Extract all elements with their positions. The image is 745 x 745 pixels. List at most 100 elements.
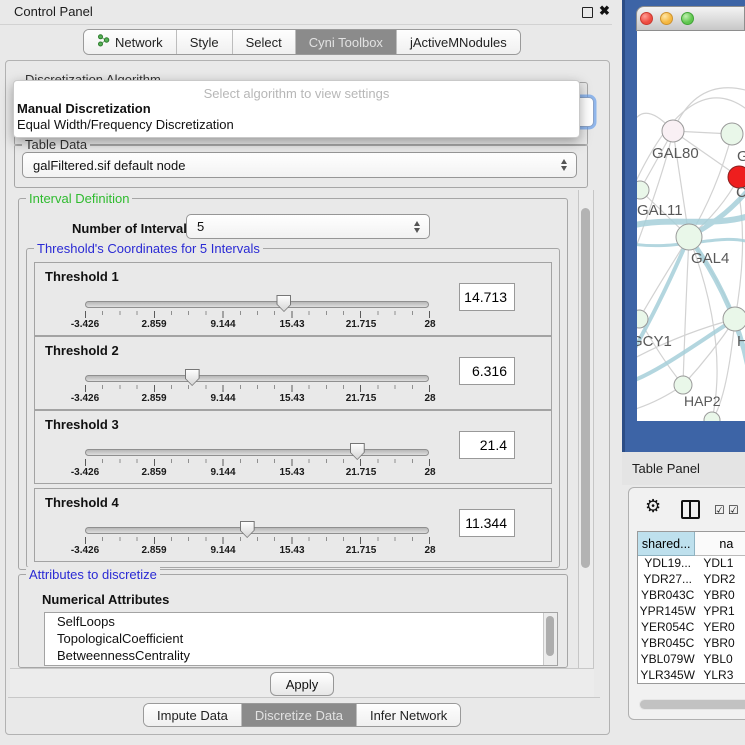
number-of-intervals-value: 5	[197, 219, 204, 234]
node-label-hap2: HAP2	[684, 393, 721, 409]
scrollbar-thumb[interactable]	[546, 616, 554, 656]
node-h[interactable]	[723, 307, 745, 331]
threshold-1-panel: Threshold 1 -3.426 2.859 9.144 15.43 21.…	[34, 262, 552, 336]
table-panel-window: ⚙ ☑ ☑ shared... na YDL19...YDL1 YDR27...…	[628, 487, 745, 720]
table-row[interactable]: YBL079WYBL0	[638, 652, 745, 668]
table-row[interactable]: YBR043CYBR0	[638, 588, 745, 604]
table-row[interactable]: YDL19...YDL1	[638, 556, 745, 572]
slider-scale: -3.426 2.859 9.144 15.43 21.715 28	[85, 545, 430, 557]
tab-infer-network[interactable]: Infer Network	[357, 704, 460, 726]
popup-option-equal-width-frequency[interactable]: Equal Width/Frequency Discretization	[14, 117, 579, 133]
network-canvas[interactable]: GAL80 G C GAL11 GAL4 GCY1 H HAP2	[637, 31, 745, 421]
slider-thumb[interactable]	[185, 369, 200, 386]
slider-thumb[interactable]	[350, 443, 365, 460]
column-header-shared-name[interactable]: shared...	[638, 532, 695, 556]
tab-impute-data[interactable]: Impute Data	[144, 704, 242, 726]
control-panel-titlebar: Control Panel ✖	[0, 0, 612, 25]
threshold-4-panel: Threshold 4 -3.426 2.859 9.144 15.43 21.…	[34, 488, 552, 562]
close-icon[interactable]: ✖	[599, 3, 610, 19]
checkbox-icon[interactable]: ☑	[728, 503, 739, 517]
popup-option-manual-discretization[interactable]: Manual Discretization	[14, 101, 579, 117]
slider-major-ticks	[85, 385, 430, 392]
table-data-combobox[interactable]: galFiltered.sif default node	[22, 152, 577, 178]
tab-cyni-toolbox[interactable]: Cyni Toolbox	[296, 30, 397, 54]
table-row[interactable]: YDR27...YDR2	[638, 572, 745, 588]
spinner-arrows-icon	[414, 221, 420, 233]
list-item[interactable]: SelfLoops	[45, 613, 557, 630]
tab-discretize-data[interactable]: Discretize Data	[242, 704, 357, 726]
table-row[interactable]: YPR145WYPR1	[638, 604, 745, 620]
table-row[interactable]: YER054CYER0	[638, 620, 745, 636]
node-gal80[interactable]	[662, 120, 684, 142]
tab-select[interactable]: Select	[233, 30, 296, 54]
threshold-2-label: Threshold 2	[45, 343, 119, 358]
control-panel-tabbar: Network Style Select Cyni Toolbox jActiv…	[83, 29, 521, 55]
column-header-name[interactable]: na	[695, 532, 745, 556]
numerical-attributes-list[interactable]: SelfLoops TopologicalCoefficient Between…	[44, 612, 558, 666]
table-panel-title: Table Panel	[632, 461, 700, 476]
table-horizontal-scrollbar[interactable]	[639, 699, 745, 710]
mac-close-button[interactable]	[640, 12, 653, 25]
attributes-group-label: Attributes to discretize	[26, 567, 160, 582]
node-attribute-table[interactable]: shared... na YDL19...YDL1 YDR27...YDR2 Y…	[637, 531, 745, 684]
network-icon	[97, 34, 110, 50]
slider-major-ticks	[85, 459, 430, 466]
table-header-row: shared... na	[638, 532, 745, 556]
node-label-gal80: GAL80	[652, 145, 699, 162]
node-gal4[interactable]	[676, 224, 702, 250]
slider-thumb[interactable]	[276, 295, 291, 312]
number-of-intervals-combobox[interactable]: 5	[186, 214, 430, 239]
slider-scale: -3.426 2.859 9.144 15.43 21.715 28	[85, 393, 430, 405]
slider-track[interactable]	[85, 375, 429, 382]
gear-icon[interactable]: ⚙	[645, 496, 661, 517]
split-columns-icon[interactable]	[681, 500, 700, 519]
node-label-g: G	[737, 148, 745, 165]
threshold-coordinates-label: Threshold's Coordinates for 5 Intervals	[34, 241, 263, 256]
threshold-4-value-input[interactable]	[459, 509, 515, 537]
node-partial[interactable]	[704, 412, 720, 421]
screen: Control Panel ✖ Network Style Select Cyn…	[0, 0, 745, 745]
tab-style[interactable]: Style	[177, 30, 233, 54]
threshold-3-panel: Threshold 3 -3.426 2.859 9.144 15.43 21.…	[34, 410, 552, 484]
node-label-gal11: GAL11	[637, 202, 683, 219]
window-title: Control Panel	[14, 4, 93, 19]
scrollbar-thumb[interactable]	[640, 700, 745, 709]
node-label-gcy1: GCY1	[637, 333, 672, 350]
settings-scrollbar-thumb[interactable]	[581, 208, 590, 568]
node-hap2[interactable]	[674, 376, 692, 394]
node-label-h: H	[737, 333, 745, 350]
node-label-c: C	[736, 184, 745, 201]
settings-vertical-scrollbar[interactable]	[578, 190, 594, 668]
tab-network-label: Network	[115, 35, 163, 50]
node-label-gal4: GAL4	[691, 250, 729, 267]
slider-track[interactable]	[85, 301, 429, 308]
apply-button[interactable]: Apply	[270, 672, 334, 696]
threshold-2-value-input[interactable]	[459, 357, 515, 385]
checkbox-icon[interactable]: ☑	[714, 503, 725, 517]
mac-zoom-button[interactable]	[681, 12, 694, 25]
attributes-list-scrollbar[interactable]	[543, 613, 557, 665]
list-item[interactable]: TopologicalCoefficient	[45, 630, 557, 647]
threshold-3-value-input[interactable]	[459, 431, 515, 459]
slider-track[interactable]	[85, 449, 429, 456]
list-item[interactable]: BetweennessCentrality	[45, 647, 557, 664]
tab-network[interactable]: Network	[84, 30, 177, 54]
threshold-1-value-input[interactable]	[459, 283, 515, 311]
algorithm-popup: Select algorithm to view settings Manual…	[13, 80, 580, 138]
tab-jactivemnodules[interactable]: jActiveMNodules	[397, 30, 520, 54]
slider-scale: -3.426 2.859 9.144 15.43 21.715 28	[85, 319, 430, 331]
cyni-bottom-tabbar: Impute Data Discretize Data Infer Networ…	[143, 703, 461, 727]
interval-definition-label: Interval Definition	[26, 191, 132, 206]
slider-track[interactable]	[85, 527, 429, 534]
table-row[interactable]: YLR345WYLR3	[638, 668, 745, 684]
slider-thumb[interactable]	[240, 521, 255, 538]
table-panel-header: Table Panel	[622, 452, 745, 485]
table-row[interactable]: YBR045CYBR0	[638, 636, 745, 652]
divider	[8, 697, 600, 698]
node-g[interactable]	[721, 123, 743, 145]
threshold-3-label: Threshold 3	[45, 417, 119, 432]
float-window-icon[interactable]	[582, 7, 593, 18]
mac-minimize-button[interactable]	[660, 12, 673, 25]
slider-major-ticks	[85, 537, 430, 544]
table-data-label: Table Data	[22, 137, 90, 152]
